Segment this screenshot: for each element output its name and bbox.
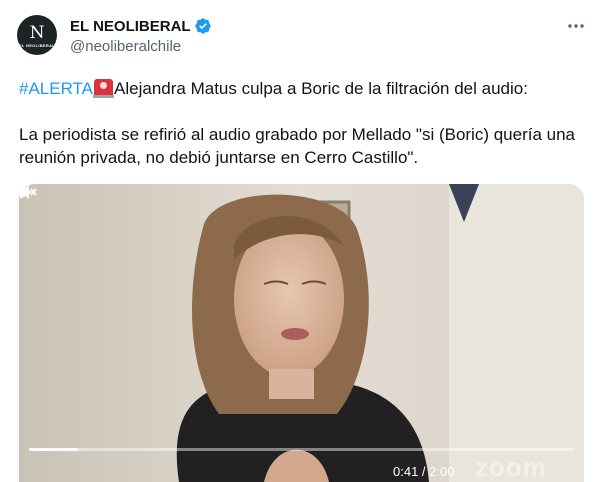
tweet-text: #ALERTA Alejandra Matus culpa a Boric de … — [19, 77, 589, 169]
tweet-line-1: #ALERTA Alejandra Matus culpa a Boric de … — [19, 77, 589, 100]
tweet-line-1-text: Alejandra Matus culpa a Boric de la filt… — [114, 79, 528, 98]
tweet-paragraph-2: La periodista se refirió al audio grabad… — [19, 125, 576, 167]
more-options-icon[interactable] — [566, 18, 586, 34]
display-name[interactable]: EL NEOLIBERAL — [70, 18, 191, 35]
avatar-letter: N — [29, 22, 45, 43]
author-handle[interactable]: @neoliberalchile — [70, 38, 181, 55]
volume-muted-icon[interactable] — [19, 184, 37, 200]
verified-badge-icon — [194, 18, 211, 34]
video-frame — [19, 184, 584, 482]
tweet-card[interactable]: N EL NEOLIBERAL EL NEOLIBERAL @neolibera… — [0, 0, 603, 482]
avatar-caption: EL NEOLIBERAL — [18, 42, 56, 48]
police-light-emoji-icon — [93, 79, 115, 98]
avatar[interactable]: N EL NEOLIBERAL — [17, 15, 57, 55]
video-progress-bar[interactable] — [29, 448, 574, 451]
video-watermark: zoom — [475, 452, 547, 482]
hashtag-link[interactable]: #ALERTA — [19, 79, 93, 98]
video-time: 0:41 / 2:00 — [393, 464, 455, 479]
author-name-row: EL NEOLIBERAL — [70, 17, 212, 35]
video-progress-fill — [29, 448, 79, 451]
video-player[interactable]: zoom 0:41 / 2:00 — [19, 184, 584, 482]
